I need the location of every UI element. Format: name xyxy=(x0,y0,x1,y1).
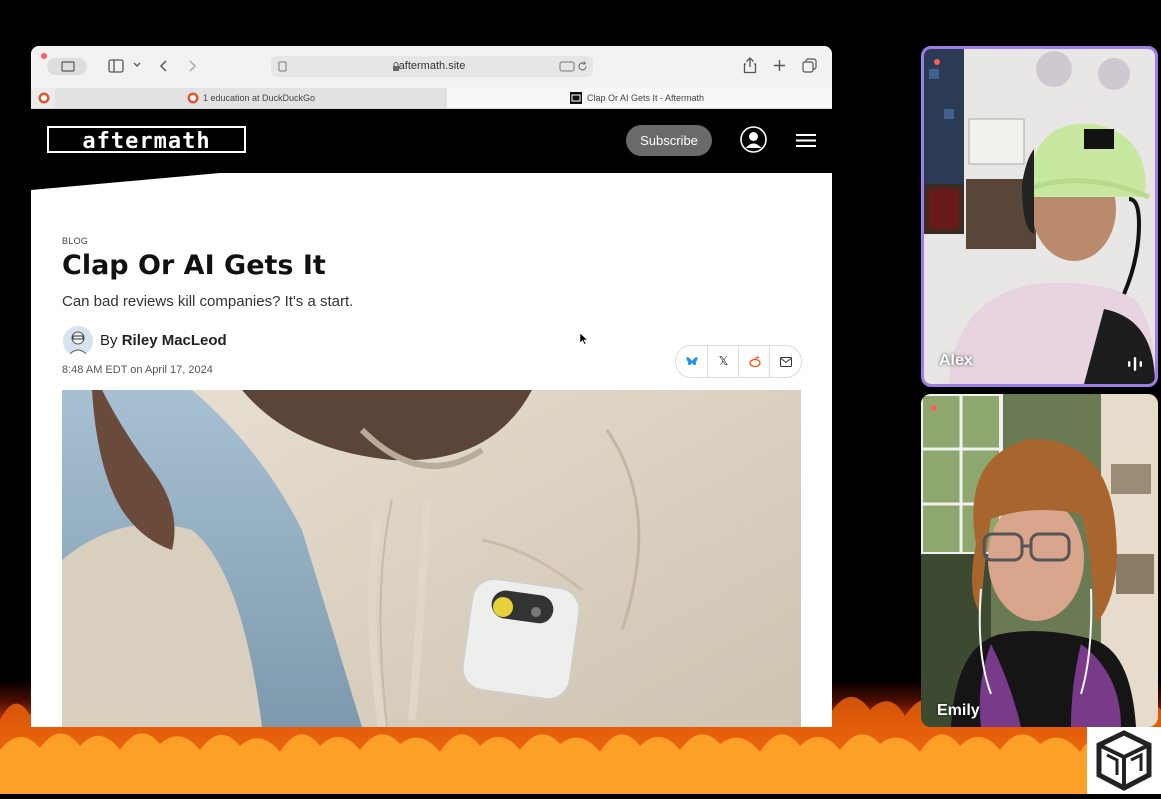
hoodie-with-ai-pin-photo xyxy=(62,390,801,727)
email-icon xyxy=(779,356,792,367)
article-subtitle: Can bad reviews kill companies? It's a s… xyxy=(62,293,354,310)
subscribe-button[interactable]: Subscribe xyxy=(626,125,712,156)
email-share-button[interactable] xyxy=(769,346,801,377)
channel-logo xyxy=(1087,727,1161,794)
share-icon[interactable] xyxy=(743,57,757,74)
tab-aftermath[interactable]: Clap Or AI Gets It - Aftermath xyxy=(447,88,832,108)
sidebar-icon[interactable] xyxy=(108,59,124,73)
author-name[interactable]: Riley MacLeod xyxy=(122,332,227,349)
video-tile-emily[interactable]: Emily xyxy=(921,394,1158,727)
translate-icon[interactable] xyxy=(559,61,575,72)
participant-video-emily xyxy=(921,394,1158,727)
mouse-cursor xyxy=(580,333,588,345)
cube-logo-icon xyxy=(1096,730,1152,791)
author-avatar[interactable] xyxy=(63,326,93,356)
reload-icon[interactable] xyxy=(577,61,588,72)
tab-label: 1 education at DuckDuckGo xyxy=(203,93,316,103)
hero-image xyxy=(62,390,801,727)
reddit-share-button[interactable] xyxy=(738,346,770,377)
browser-toolbar: aftermath.site xyxy=(31,46,832,88)
participant-name: Alex xyxy=(939,352,973,369)
aftermath-favicon xyxy=(570,92,582,104)
hamburger-menu-icon[interactable] xyxy=(796,133,816,148)
audio-level-icon xyxy=(1128,357,1142,371)
recording-dot xyxy=(934,59,940,65)
browser-window: aftermath.site 1 education at DuckDuckGo… xyxy=(31,46,832,727)
duckduckgo-pinned-icon[interactable] xyxy=(38,92,50,104)
ai-pin-device xyxy=(461,577,581,701)
bluesky-icon xyxy=(685,357,698,366)
bluesky-share-button[interactable] xyxy=(676,346,707,377)
tab-duckduckgo[interactable]: 1 education at DuckDuckGo xyxy=(55,88,448,108)
tab-bar: 1 education at DuckDuckGo Clap Or AI Get… xyxy=(31,88,832,109)
reddit-icon xyxy=(748,356,761,368)
new-tab-icon[interactable] xyxy=(773,59,786,72)
publish-date: 8:48 AM EDT on April 17, 2024 xyxy=(62,364,213,376)
tabs-overview-icon[interactable] xyxy=(802,58,817,73)
tab-overview-icon xyxy=(61,61,75,72)
tab-label: Clap Or AI Gets It - Aftermath xyxy=(587,93,705,103)
participant-video-alex xyxy=(924,49,1155,384)
address-text: aftermath.site xyxy=(398,60,466,72)
address-bar[interactable]: aftermath.site xyxy=(271,56,593,77)
byline: By Riley MacLeod xyxy=(100,332,227,349)
page-icon xyxy=(278,61,287,72)
x-icon: 𝕏 xyxy=(718,354,729,368)
participant-name: Emily xyxy=(937,702,980,719)
forward-icon[interactable] xyxy=(187,59,197,73)
article-title: Clap Or AI Gets It xyxy=(62,250,326,281)
author-avatar-image xyxy=(63,326,93,356)
article-category[interactable]: BLOG xyxy=(62,236,88,246)
account-icon[interactable] xyxy=(740,126,767,153)
header-slant-decoration xyxy=(31,172,231,190)
video-tile-alex[interactable]: Alex xyxy=(921,46,1158,387)
aftermath-logo[interactable]: aftermath xyxy=(47,126,246,154)
duckduckgo-icon xyxy=(187,92,199,104)
tab-overview-button[interactable] xyxy=(47,58,87,75)
lock-icon xyxy=(393,62,399,71)
site-header: aftermath Subscribe xyxy=(31,109,832,173)
back-icon[interactable] xyxy=(159,59,169,73)
x-share-button[interactable]: 𝕏 xyxy=(707,346,739,377)
chevron-down-icon[interactable] xyxy=(133,62,141,68)
recording-dot xyxy=(931,405,937,411)
share-buttons: 𝕏 xyxy=(675,345,802,378)
byline-prefix: By xyxy=(100,332,118,349)
